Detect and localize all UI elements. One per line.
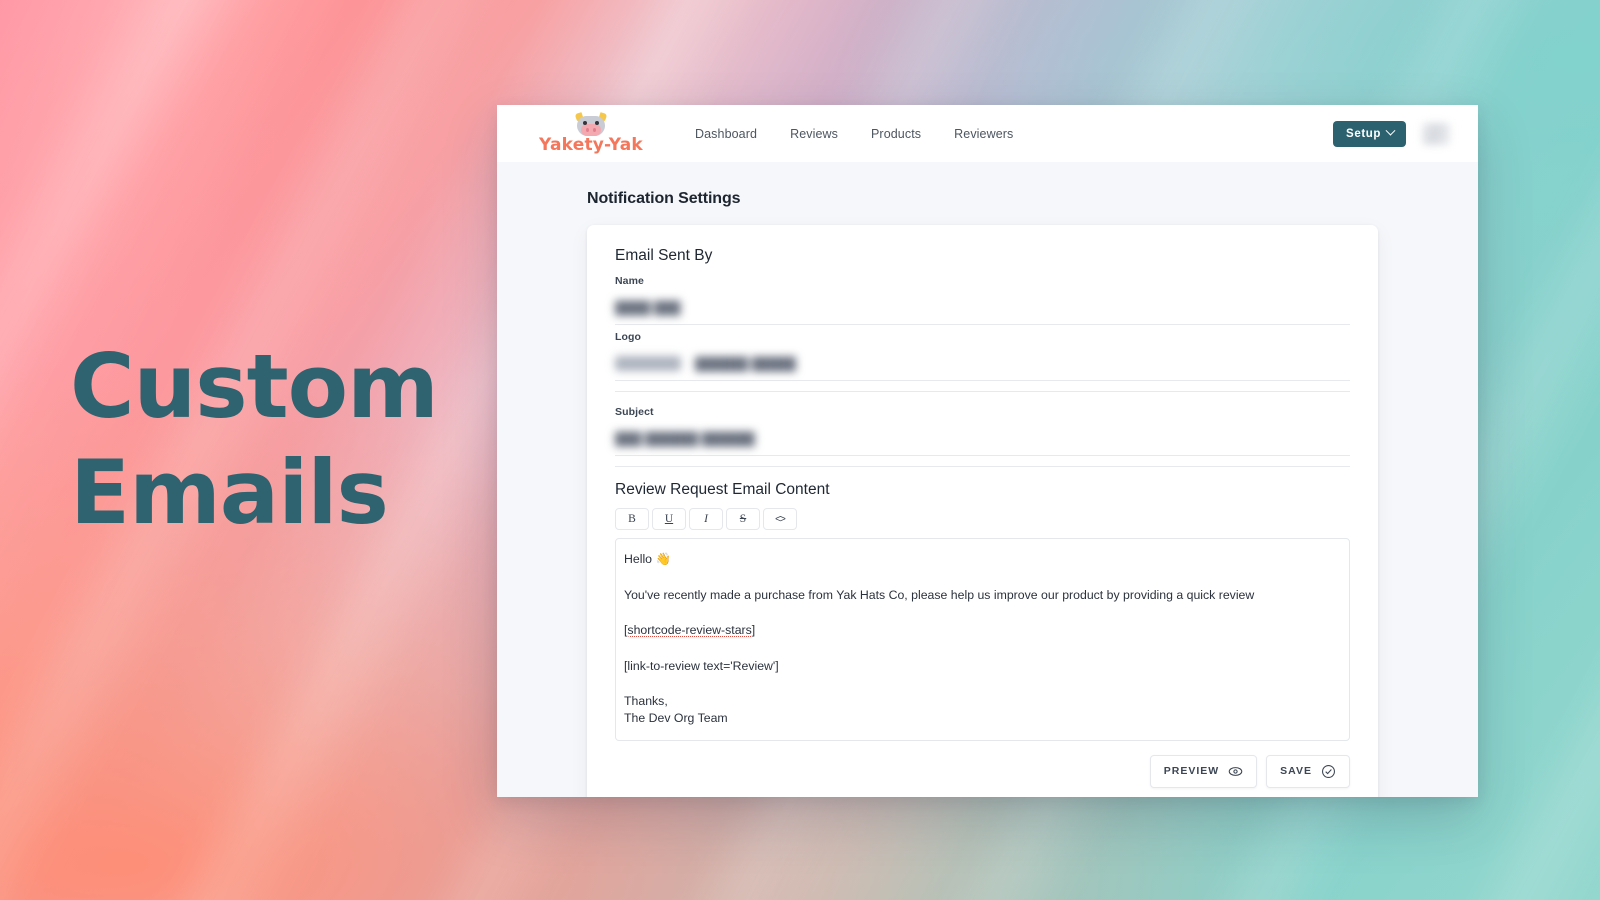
chevron-down-icon bbox=[1385, 125, 1396, 136]
underline-button[interactable]: U bbox=[652, 508, 686, 530]
section-title-email-sent-by: Email Sent By bbox=[615, 247, 713, 264]
logo-filename: ██████ █████ bbox=[695, 356, 796, 371]
save-button-label: SAVE bbox=[1280, 765, 1312, 778]
page-title: Notification Settings bbox=[587, 190, 741, 207]
field-label-subject: Subject bbox=[615, 406, 654, 418]
signoff-line-2: The Dev Org Team bbox=[624, 710, 728, 725]
notification-settings-card: Email Sent By Name ████ ███ Logo ██████ … bbox=[587, 225, 1378, 797]
italic-button[interactable]: I bbox=[689, 508, 723, 530]
preview-button-label: PREVIEW bbox=[1163, 765, 1220, 778]
subject-input-value: ███ ██████ ██████ bbox=[615, 431, 755, 446]
italic-icon: I bbox=[704, 513, 708, 525]
name-input-value: ████ ███ bbox=[615, 300, 681, 315]
poster-background: Custom Emails Yakety-Yak Dashboard Revie… bbox=[0, 0, 1600, 900]
check-circle-icon bbox=[1322, 764, 1335, 778]
poster-headline: Custom Emails bbox=[70, 335, 439, 544]
card-divider bbox=[615, 391, 1350, 392]
editor-line-greeting: Hello 👋 bbox=[624, 552, 671, 566]
setup-button-label: Setup bbox=[1346, 127, 1381, 140]
card-actions: PREVIEW SAVE bbox=[615, 754, 1350, 788]
signoff-line-1: Thanks, bbox=[624, 694, 668, 709]
editor-line-signoff: Thanks, The Dev Org Team bbox=[624, 693, 1342, 726]
bold-icon: B bbox=[628, 513, 636, 525]
nav-item-dashboard[interactable]: Dashboard bbox=[695, 127, 757, 141]
save-button[interactable]: SAVE bbox=[1266, 754, 1350, 788]
preview-button[interactable]: PREVIEW bbox=[1149, 754, 1258, 788]
code-icon: <> bbox=[775, 513, 786, 525]
header-actions: Setup bbox=[1333, 120, 1450, 147]
yak-face-icon bbox=[574, 111, 608, 137]
setup-button[interactable]: Setup bbox=[1333, 120, 1406, 147]
main-nav: Dashboard Reviews Products Reviewers bbox=[695, 127, 1013, 141]
field-name: Name ████ ███ bbox=[615, 275, 1350, 325]
app-header: Yakety-Yak Dashboard Reviews Products Re… bbox=[497, 105, 1478, 162]
avatar[interactable] bbox=[1422, 122, 1450, 145]
logo-upload-row[interactable]: ██████ █████ bbox=[615, 347, 1350, 381]
strikethrough-button[interactable]: S bbox=[726, 508, 760, 530]
nav-item-reviewers[interactable]: Reviewers bbox=[954, 127, 1013, 141]
logo-upload-button[interactable] bbox=[615, 356, 681, 371]
field-label-logo: Logo bbox=[615, 331, 642, 343]
eye-icon bbox=[1228, 766, 1243, 776]
editor-line-intro: You've recently made a purchase from Yak… bbox=[624, 587, 1255, 602]
brand-name: Yakety-Yak bbox=[539, 134, 643, 155]
name-input[interactable]: ████ ███ bbox=[615, 291, 1350, 325]
strikethrough-icon: S bbox=[739, 513, 747, 525]
card-divider-2 bbox=[615, 466, 1350, 467]
editor-toolbar: B U I S <> bbox=[615, 508, 1350, 530]
nav-item-products[interactable]: Products bbox=[871, 127, 921, 141]
editor-line-shortcode-link: [link-to-review text='Review'] bbox=[624, 658, 779, 673]
editor-line-shortcode-stars: [shortcode-review-stars] bbox=[624, 622, 1342, 639]
brand-logo[interactable]: Yakety-Yak bbox=[539, 111, 643, 155]
field-label-name: Name bbox=[615, 275, 644, 287]
email-body-editor[interactable]: Hello 👋 You've recently made a purchase … bbox=[615, 538, 1350, 741]
page-content: Notification Settings Email Sent By Name… bbox=[497, 162, 1478, 797]
editor-title: Review Request Email Content bbox=[615, 481, 830, 498]
field-logo: Logo ██████ █████ bbox=[615, 331, 1350, 381]
underline-icon: U bbox=[664, 513, 674, 525]
subject-input[interactable]: ███ ██████ ██████ bbox=[615, 422, 1350, 456]
bold-button[interactable]: B bbox=[615, 508, 649, 530]
nav-item-reviews[interactable]: Reviews bbox=[790, 127, 838, 141]
shortcode-stars-text: [shortcode-review-stars] bbox=[624, 623, 756, 638]
field-subject: Subject ███ ██████ ██████ bbox=[615, 406, 1350, 456]
app-window: Yakety-Yak Dashboard Reviews Products Re… bbox=[497, 105, 1478, 797]
code-button[interactable]: <> bbox=[763, 508, 797, 530]
